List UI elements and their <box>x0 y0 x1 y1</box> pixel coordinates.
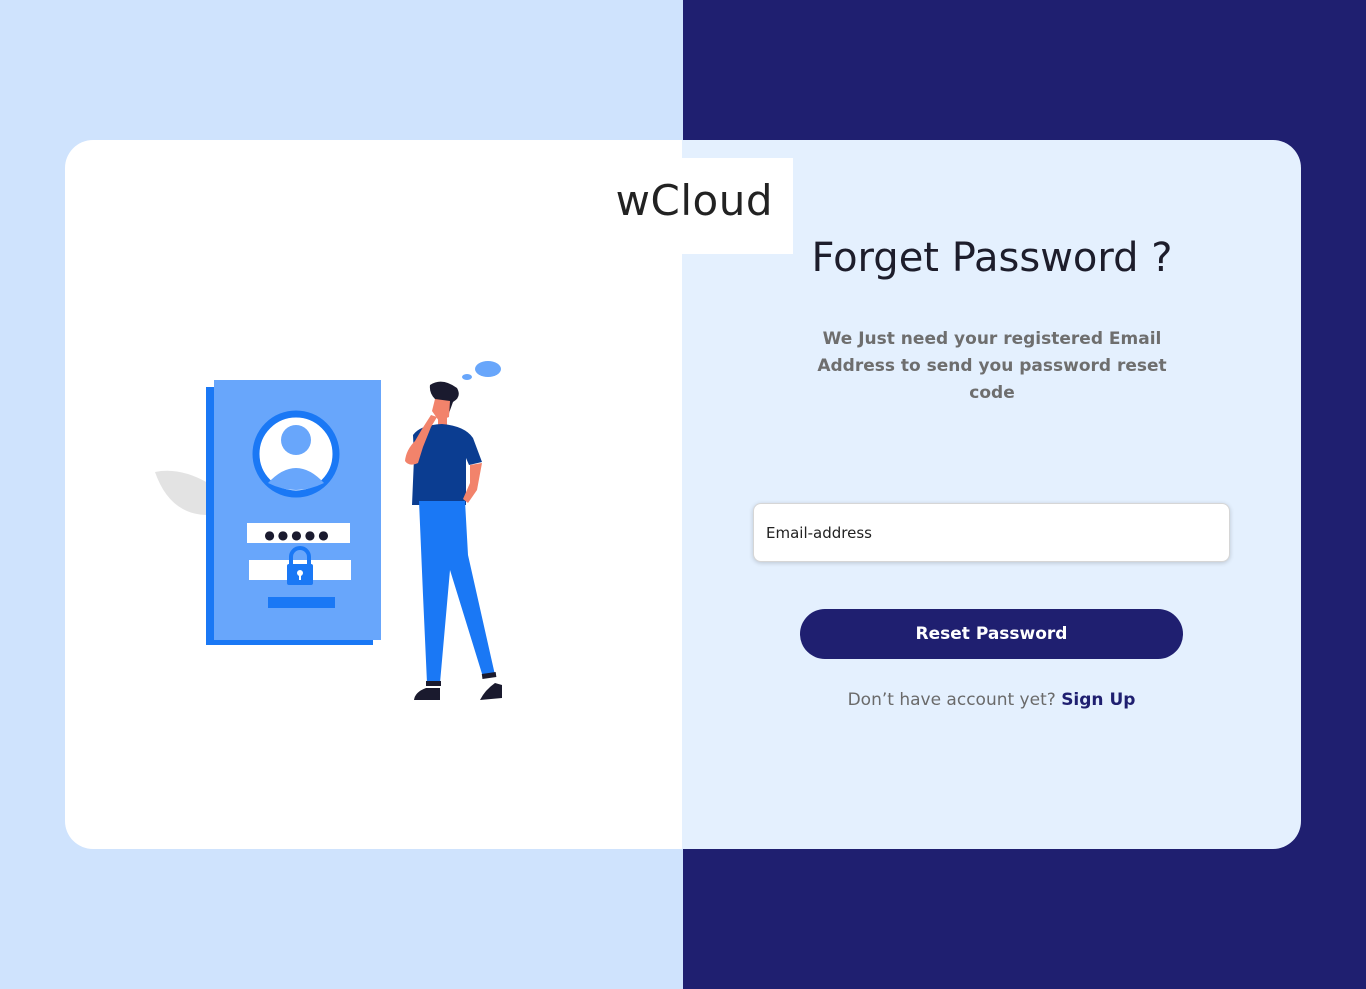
email-field[interactable] <box>753 503 1230 562</box>
page-subtitle: We Just need your registered Email Addre… <box>817 329 1167 403</box>
reset-password-button[interactable]: Reset Password <box>800 609 1183 659</box>
person-figure <box>405 381 502 700</box>
forgot-password-illustration: ●●●●● <box>150 355 510 715</box>
signup-row: Don’t have account yet? Sign Up <box>800 690 1183 710</box>
thought-bubble <box>475 361 501 377</box>
button-graphic <box>268 597 335 608</box>
signup-prompt: Don’t have account yet? <box>847 690 1056 710</box>
password-mask: ●●●●● <box>264 528 331 542</box>
brand-logo: wCloud <box>615 176 773 225</box>
signup-link[interactable]: Sign Up <box>1061 690 1135 710</box>
illustration-svg: ●●●●● <box>155 361 502 700</box>
logo-box: wCloud <box>607 158 793 254</box>
page-title: Forget Password ? <box>811 235 1173 281</box>
leaf-shape <box>155 470 208 515</box>
